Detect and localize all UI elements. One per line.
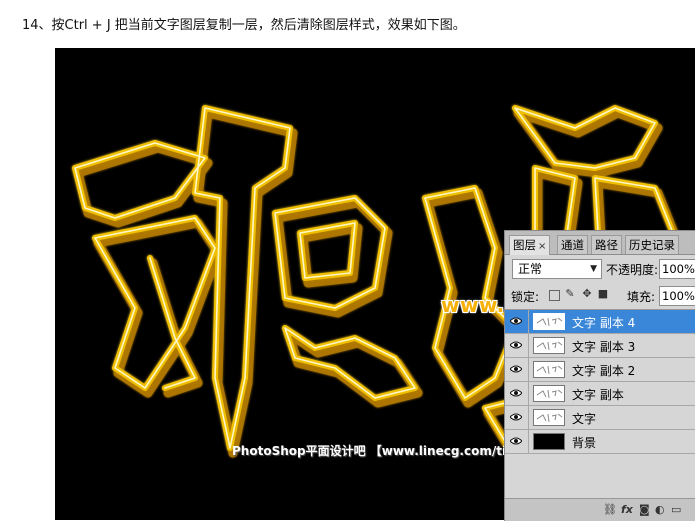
tab-layers-label: 图层 bbox=[513, 238, 536, 252]
visibility-toggle[interactable] bbox=[505, 334, 529, 357]
layer-list: 文字 副本 4 文字 副本 3 文字 副本 2 文字 副本 文字 背景 bbox=[505, 309, 695, 454]
fx-icon[interactable]: fx bbox=[621, 503, 633, 516]
lock-brush-icon[interactable]: ✎ bbox=[564, 288, 576, 300]
tab-paths-label: 路径 bbox=[595, 238, 618, 252]
visibility-toggle[interactable] bbox=[505, 358, 529, 381]
panel-tabs: 图层 × 通道 路径 历史记录 bbox=[505, 231, 695, 255]
layer-name: 文字 副本 3 bbox=[572, 340, 636, 354]
visibility-toggle[interactable] bbox=[505, 406, 529, 429]
layer-row[interactable]: 文字 副本 3 bbox=[505, 334, 695, 358]
layer-thumbnail bbox=[533, 337, 565, 354]
layer-name: 文字 副本 4 bbox=[572, 316, 636, 330]
lock-move-icon[interactable]: ✥ bbox=[581, 288, 593, 300]
new-group-icon[interactable]: ▭ bbox=[671, 503, 681, 516]
layers-panel: 图层 × 通道 路径 历史记录 正常 ▼ 不透明度: 100% 锁定: ✎ ✥ ■… bbox=[504, 230, 695, 521]
eye-icon bbox=[510, 437, 522, 445]
mask-icon[interactable]: ◙ bbox=[639, 503, 650, 516]
layer-row[interactable]: 文字 副本 bbox=[505, 382, 695, 406]
lock-transparency-icon[interactable] bbox=[549, 290, 560, 301]
fill-input[interactable]: 100% bbox=[659, 286, 695, 306]
layer-thumbnail bbox=[533, 361, 565, 378]
tab-history-label: 历史记录 bbox=[629, 238, 675, 252]
eye-icon bbox=[510, 413, 522, 421]
layer-thumbnail bbox=[533, 433, 565, 450]
eye-icon bbox=[510, 389, 522, 397]
layer-row[interactable]: 文字 副本 2 bbox=[505, 358, 695, 382]
close-icon[interactable]: × bbox=[538, 241, 546, 252]
panel-bottom-toolbar: ⛓ fx ◙ ◐ ▭ bbox=[505, 498, 695, 521]
layer-thumbnail bbox=[533, 409, 565, 426]
link-layers-icon[interactable]: ⛓ bbox=[603, 503, 617, 516]
visibility-toggle[interactable] bbox=[505, 382, 529, 405]
visibility-toggle[interactable] bbox=[505, 310, 529, 333]
layer-row[interactable]: 背景 bbox=[505, 430, 695, 454]
eye-icon bbox=[510, 341, 522, 349]
opacity-label: 不透明度: bbox=[606, 263, 659, 277]
adjustment-icon[interactable]: ◐ bbox=[655, 503, 665, 516]
layer-row[interactable]: 文字 bbox=[505, 406, 695, 430]
eye-icon bbox=[510, 317, 522, 325]
tab-history[interactable]: 历史记录 bbox=[625, 235, 679, 254]
tab-channels[interactable]: 通道 bbox=[557, 235, 588, 254]
layer-name: 文字 副本 2 bbox=[572, 364, 636, 378]
layer-name: 文字 bbox=[572, 412, 597, 426]
instruction-text: 14、按Ctrl + J 把当前文字图层复制一层，然后清除图层样式，效果如下图。 bbox=[22, 18, 466, 33]
tab-layers[interactable]: 图层 × bbox=[509, 235, 551, 255]
blend-opacity-row: 正常 ▼ 不透明度: 100% bbox=[509, 259, 695, 281]
layer-name: 背景 bbox=[572, 436, 597, 450]
lock-all-icon[interactable]: ■ bbox=[597, 288, 609, 300]
layer-thumbnail bbox=[533, 313, 565, 330]
tab-paths[interactable]: 路径 bbox=[591, 235, 622, 254]
blend-mode-value: 正常 bbox=[518, 262, 543, 276]
lock-label: 锁定: bbox=[511, 290, 540, 304]
lock-fill-row: 锁定: ✎ ✥ ■ 填充: 100% bbox=[509, 286, 695, 306]
tab-channels-label: 通道 bbox=[561, 238, 584, 252]
chevron-down-icon: ▼ bbox=[590, 264, 597, 274]
visibility-toggle[interactable] bbox=[505, 430, 529, 453]
blend-mode-select[interactable]: 正常 ▼ bbox=[512, 259, 602, 279]
fill-label: 填充: bbox=[627, 290, 656, 304]
eye-icon bbox=[510, 365, 522, 373]
opacity-input[interactable]: 100% bbox=[659, 259, 695, 279]
layer-thumbnail bbox=[533, 385, 565, 402]
layer-row[interactable]: 文字 副本 4 bbox=[505, 310, 695, 334]
layer-name: 文字 副本 bbox=[572, 388, 624, 402]
